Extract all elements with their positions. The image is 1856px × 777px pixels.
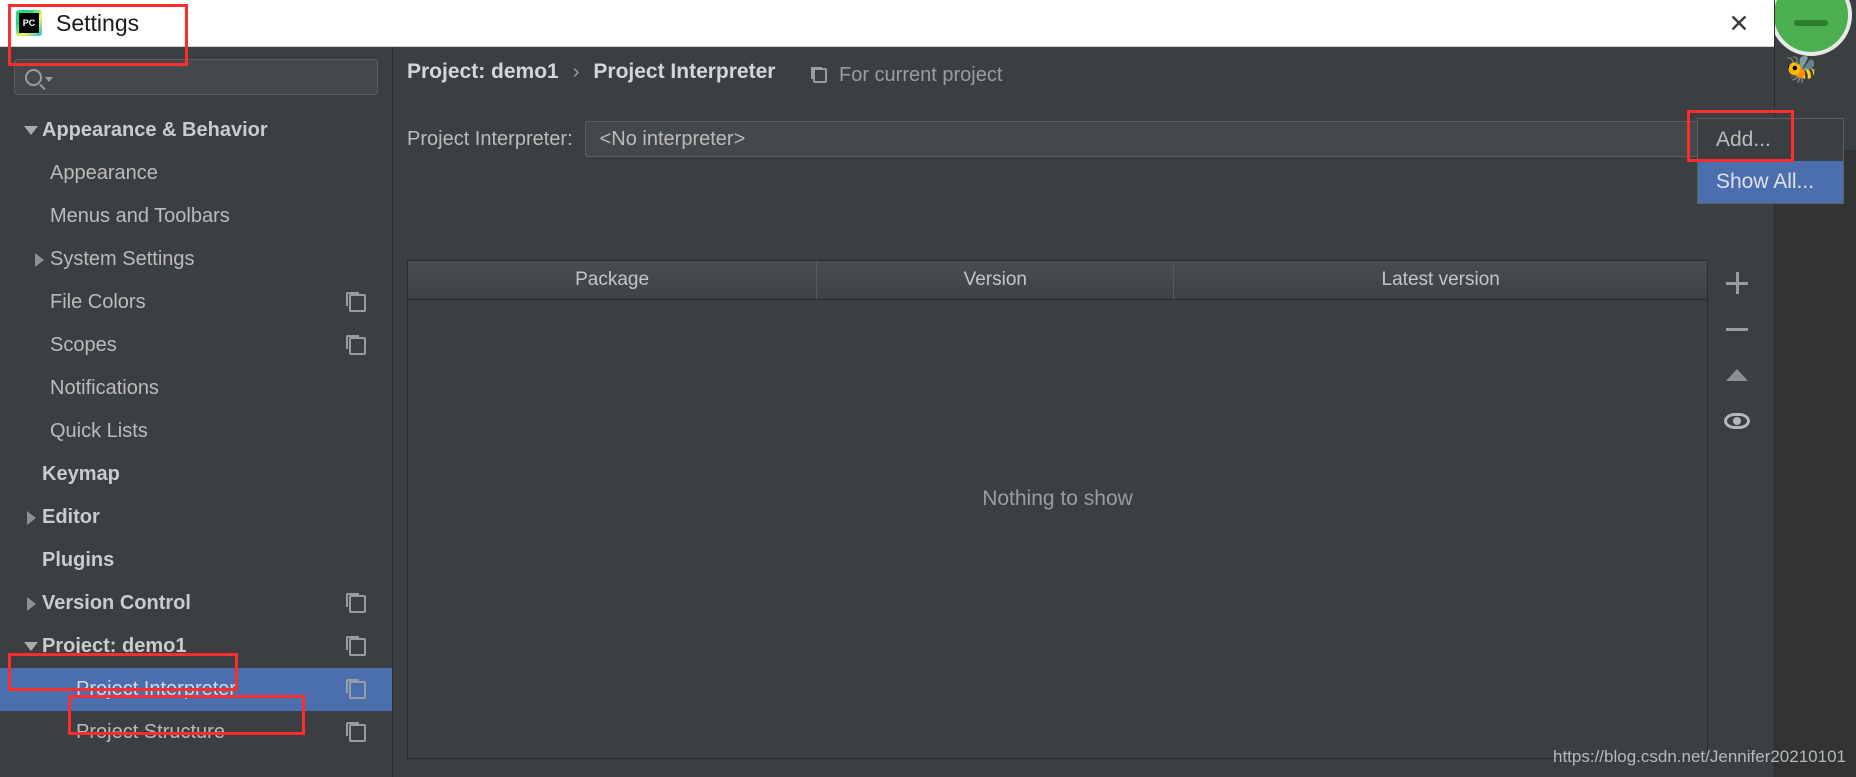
close-icon[interactable]: ✕ xyxy=(1726,11,1752,37)
dialog-title: Settings xyxy=(56,9,140,36)
copy-icon xyxy=(811,67,827,83)
breadcrumb-root[interactable]: Project: demo1 xyxy=(407,60,559,84)
sidebar-item-label: Notifications xyxy=(50,377,159,399)
sidebar-item-label: Plugins xyxy=(42,549,115,571)
copy-icon xyxy=(346,635,366,656)
eye-icon xyxy=(1724,413,1750,429)
triangle-right-glyph xyxy=(34,252,44,267)
sidebar-item-version-control[interactable]: Version Control xyxy=(0,582,392,625)
triangle-right-glyph xyxy=(26,596,36,611)
sidebar-item-appearance-behavior[interactable]: Appearance & Behavior xyxy=(0,109,392,152)
debug-icon[interactable]: 🐝 xyxy=(1786,56,1818,82)
chevron-right-icon[interactable] xyxy=(28,252,50,267)
breadcrumb-separator: › xyxy=(572,60,580,83)
breadcrumb-current: Project Interpreter xyxy=(593,60,776,83)
pycharm-logo-icon xyxy=(16,10,42,36)
remove-package-button[interactable] xyxy=(1714,306,1760,352)
copy-icon xyxy=(346,291,366,312)
table-body: Nothing to show xyxy=(408,299,1707,758)
screen: 🐝 Settings ✕ Appearance & BehaviorAppear… xyxy=(0,0,1856,777)
sidebar-item-label: Project: demo1 xyxy=(42,635,187,657)
search-icon xyxy=(25,68,42,86)
sidebar-item-keymap[interactable]: Keymap xyxy=(0,453,392,496)
dropdown-item-add[interactable]: Add... xyxy=(1698,119,1843,161)
search-wrapper xyxy=(0,47,392,95)
sidebar-item-appearance[interactable]: Appearance xyxy=(0,152,392,195)
breadcrumb: Project: demo1 › Project Interpreter xyxy=(407,60,775,84)
sidebar-item-label: Editor xyxy=(42,506,100,528)
dialog-titlebar: Settings ✕ xyxy=(0,0,1774,47)
sidebar-item-label: Menus and Toolbars xyxy=(50,205,230,227)
dropdown-item-show-all[interactable]: Show All... xyxy=(1698,161,1843,203)
sidebar-item-label: Version Control xyxy=(42,592,191,614)
scope-label: For current project xyxy=(839,64,1003,86)
plus-icon xyxy=(1726,272,1748,294)
sidebar-item-notifications[interactable]: Notifications xyxy=(0,367,392,410)
table-column-header[interactable]: Version xyxy=(817,261,1175,299)
upgrade-package-button[interactable] xyxy=(1714,352,1760,398)
sidebar-item-plugins[interactable]: Plugins xyxy=(0,539,392,582)
interpreter-select[interactable]: <No interpreter> xyxy=(584,121,1760,157)
copy-icon xyxy=(346,721,366,742)
chevron-down-icon[interactable] xyxy=(20,126,42,135)
packages-toolbar xyxy=(1714,260,1760,444)
sidebar-item-project-interpreter[interactable]: Project Interpreter xyxy=(0,668,392,711)
minus-icon xyxy=(1726,318,1748,340)
sidebar-item-label: Appearance xyxy=(50,162,158,184)
triangle-down-glyph xyxy=(24,642,38,651)
chevron-down-icon[interactable] xyxy=(20,642,42,651)
chevron-down-icon xyxy=(45,76,53,82)
scope-indicator: For current project xyxy=(811,64,1003,87)
sidebar-item-label: Scopes xyxy=(50,334,117,356)
add-package-button[interactable] xyxy=(1714,260,1760,306)
sidebar-item-label: Project Structure xyxy=(76,721,225,743)
sidebar-item-project-demo1[interactable]: Project: demo1 xyxy=(0,625,392,668)
settings-sidebar: Appearance & Behavior Appearance Menus and… xyxy=(0,47,393,777)
triangle-down-glyph xyxy=(24,126,38,135)
chevron-right-icon[interactable] xyxy=(20,596,42,611)
empty-state-text: Nothing to show xyxy=(982,486,1133,510)
settings-tree: Appearance & Behavior Appearance Menus and… xyxy=(0,109,392,754)
sidebar-item-label: Appearance & Behavior xyxy=(42,119,268,141)
sidebar-item-system-settings[interactable]: System Settings xyxy=(0,238,392,281)
sidebar-item-menus-and-toolbars[interactable]: Menus and Toolbars xyxy=(0,195,392,238)
watermark: https://blog.csdn.net/Jennifer20210101 xyxy=(1553,747,1846,766)
dialog-body: Appearance & Behavior Appearance Menus and… xyxy=(0,47,1774,777)
interpreter-label: Project Interpreter: xyxy=(407,127,573,150)
settings-content: Project: demo1 › Project Interpreter For… xyxy=(393,47,1774,777)
sidebar-item-label: System Settings xyxy=(50,248,195,270)
interpreter-value: <No interpreter> xyxy=(599,127,746,150)
search-input[interactable] xyxy=(14,59,378,95)
sidebar-item-label: Project Interpreter xyxy=(76,678,237,700)
copy-icon xyxy=(346,678,366,699)
sidebar-item-editor[interactable]: Editor xyxy=(0,496,392,539)
run-status-icon[interactable] xyxy=(1770,0,1852,56)
sidebar-item-quick-lists[interactable]: Quick Lists xyxy=(0,410,392,453)
chevron-right-icon[interactable] xyxy=(20,510,42,525)
triangle-up-icon xyxy=(1726,369,1748,381)
copy-icon xyxy=(346,592,366,613)
table-header-row: Package Version Latest version xyxy=(408,261,1707,300)
sidebar-item-scopes[interactable]: Scopes xyxy=(0,324,392,367)
sidebar-item-label: File Colors xyxy=(50,291,146,313)
packages-table: Package Version Latest version Nothing to … xyxy=(407,260,1708,759)
triangle-right-glyph xyxy=(26,510,36,525)
table-column-header[interactable]: Latest version xyxy=(1174,261,1707,299)
sidebar-item-file-colors[interactable]: File Colors xyxy=(0,281,392,324)
interpreter-row: Project Interpreter: <No interpreter> xyxy=(407,121,1760,157)
table-column-header[interactable]: Package xyxy=(408,261,818,299)
copy-icon xyxy=(346,334,366,355)
sidebar-item-project-structure[interactable]: Project Structure xyxy=(0,711,392,754)
settings-dialog: Settings ✕ Appearance & BehaviorAppearan… xyxy=(0,0,1774,777)
sidebar-item-label: Quick Lists xyxy=(50,420,148,442)
sidebar-item-label: Keymap xyxy=(42,463,120,485)
show-early-releases-button[interactable] xyxy=(1714,398,1760,444)
interpreter-dropdown-menu: Add... Show All... xyxy=(1697,118,1844,204)
